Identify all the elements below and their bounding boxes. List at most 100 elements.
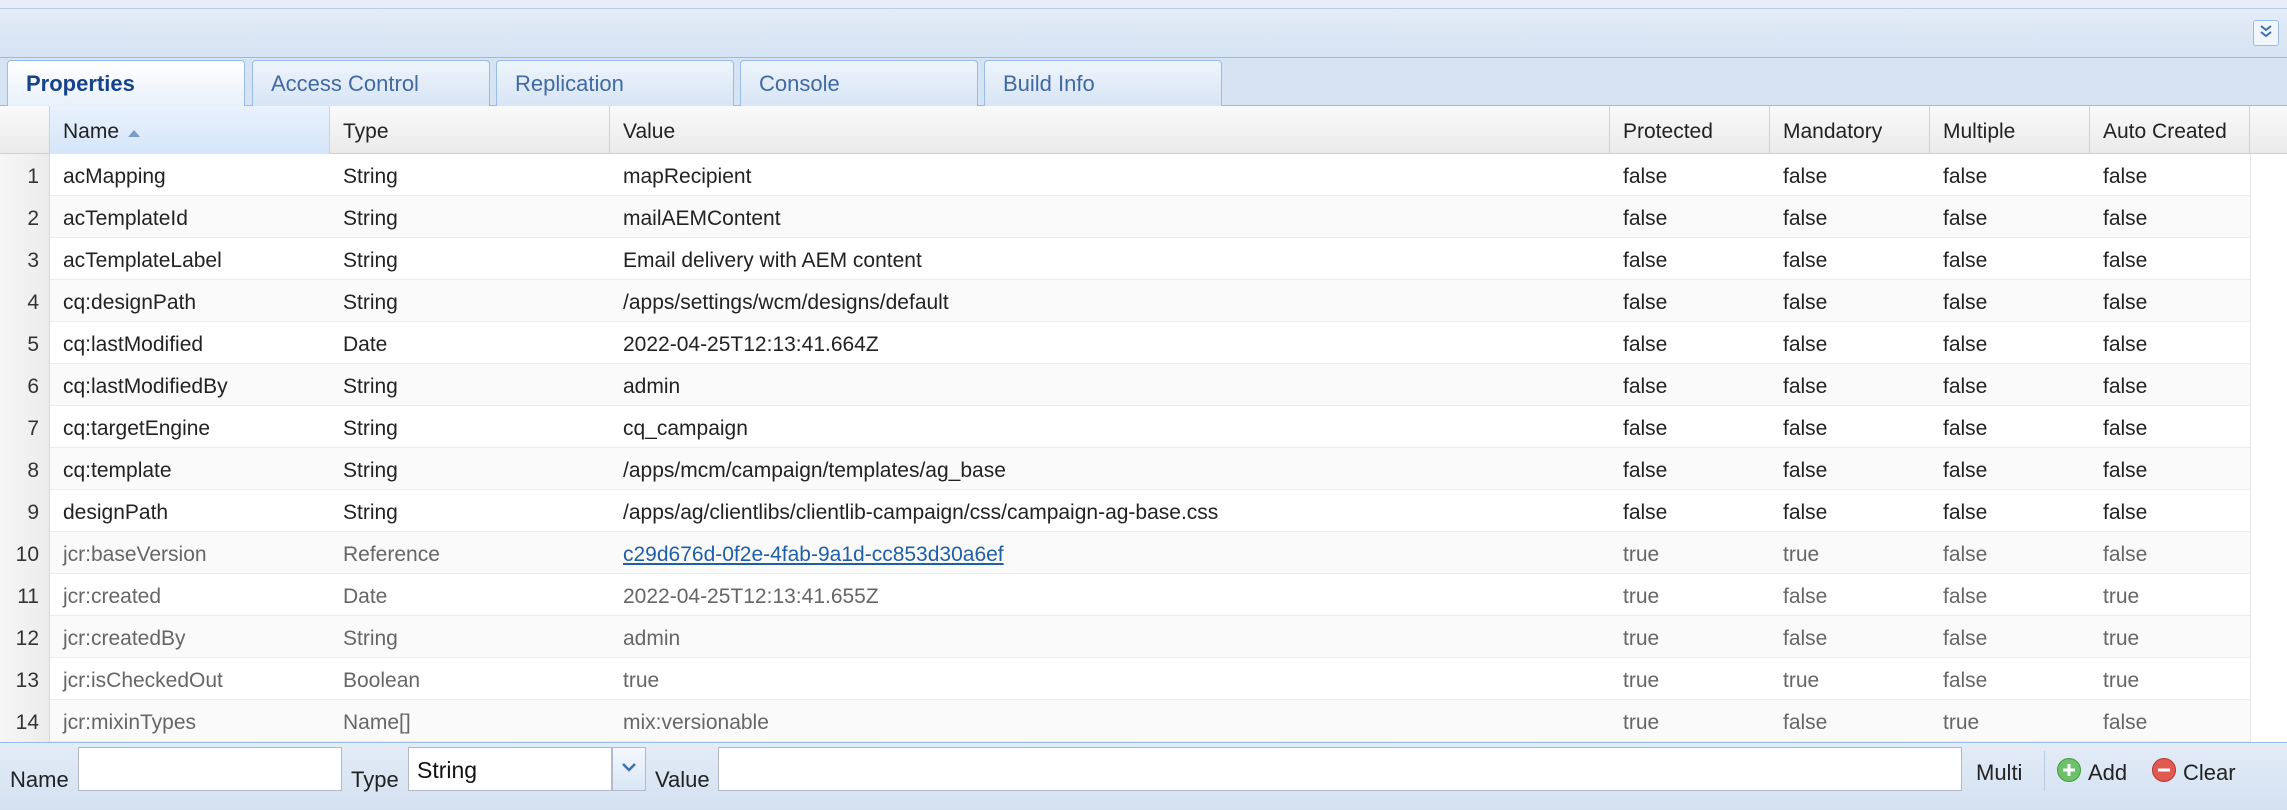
table-row[interactable]: 4 cq:designPath String/apps/settings/wcm/d…: [0, 280, 2250, 322]
sort-ascending-icon: [127, 120, 141, 144]
table-row[interactable]: 7 cq:targetEngine String cq_campaign false fa…: [0, 406, 2250, 448]
table-row[interactable]: 3 acTemplateLabel String Email delivery wit…: [0, 238, 2250, 280]
type-select[interactable]: String: [408, 747, 612, 791]
add-label: Add: [2088, 760, 2128, 785]
cell-multiple: false: [1943, 249, 1988, 272]
value-input[interactable]: [718, 747, 1962, 791]
cell-type: Date: [343, 585, 388, 608]
table-row[interactable]: 2 acTemplateId String mailAEMContent false fa…: [0, 196, 2250, 238]
multi-label: Multi: [1976, 760, 2023, 785]
cell-name: jcr:mixinTypes: [63, 711, 197, 734]
table-row[interactable]: 11 jcr:created Date 2022-04-25T12:13:41.655…: [0, 574, 2250, 616]
cell-value: admin: [623, 375, 681, 398]
column-header-value[interactable]: Value: [610, 106, 1610, 154]
cell-protected: true: [1623, 669, 1660, 692]
cell-value: /apps/settings/wcm/designs/default: [623, 291, 949, 314]
table-row[interactable]: 8 cq:template String/apps/mcm/campaign/tem…: [0, 448, 2250, 490]
column-header-label: Name: [63, 120, 120, 143]
cell-multiple: false: [1943, 585, 1988, 608]
cell-auto-created: false: [2103, 165, 2148, 188]
cell-mandatory: false: [1783, 333, 1828, 356]
column-header-protected[interactable]: Protected: [1610, 106, 1770, 154]
grid-header: Name Type Value Protected Mandatory Mult…: [0, 106, 2287, 154]
panel-header: [0, 0, 2287, 58]
table-row[interactable]: 1 acMapping String mapRecipient false false fa…: [0, 154, 2250, 196]
cell-protected: true: [1623, 627, 1660, 650]
tab-access-control[interactable]: Access Control: [252, 60, 490, 106]
cell-type: Date: [343, 333, 388, 356]
cell-auto-created: false: [2103, 543, 2148, 566]
cell-name: acTemplateId: [63, 207, 188, 230]
cell-auto-created: true: [2103, 627, 2140, 650]
reference-link[interactable]: c29d676d-0f2e-4fab-9a1d-cc853d30a6ef: [623, 543, 1004, 566]
cell-multiple: true: [1943, 711, 1980, 734]
cell-name: cq:lastModified: [63, 333, 204, 356]
cell-name: jcr:baseVersion: [63, 543, 207, 566]
cell-value: /apps/ag/clientlibs/clientlib-campaign/c…: [623, 501, 1219, 524]
cell-protected: false: [1623, 249, 1668, 272]
cell-mandatory: false: [1783, 375, 1828, 398]
table-row[interactable]: 6 cq:lastModifiedBy String admin false false f…: [0, 364, 2250, 406]
column-header-multiple[interactable]: Multiple: [1930, 106, 2090, 154]
cell-value: admin: [623, 627, 681, 650]
cell-mandatory: false: [1783, 291, 1828, 314]
cell-auto-created: false: [2103, 711, 2148, 734]
cell-value: 2022-04-25T12:13:41.664Z: [623, 333, 879, 356]
cell-auto-created: false: [2103, 291, 2148, 314]
cell-name: jcr:createdBy: [63, 627, 186, 650]
table-row[interactable]: 5 cq:lastModified Date 2022-04-25T12:13:41.…: [0, 322, 2250, 364]
cell-name: cq:designPath: [63, 291, 197, 314]
tab-properties[interactable]: Properties: [7, 60, 245, 107]
cell-protected: false: [1623, 417, 1668, 440]
cell-value: cq_campaign: [623, 417, 748, 440]
add-button[interactable]: Add: [2056, 755, 2127, 791]
type-select-value: String: [417, 757, 478, 783]
cell-mandatory: false: [1783, 711, 1828, 734]
vertical-scrollbar[interactable]: [2250, 154, 2287, 742]
column-header-name[interactable]: Name: [50, 106, 330, 154]
cell-mandatory: true: [1783, 543, 1820, 566]
cell-protected: true: [1623, 711, 1660, 734]
clear-button[interactable]: Clear: [2151, 755, 2236, 791]
cell-auto-created: true: [2103, 669, 2140, 692]
cell-type: Name[]: [343, 711, 411, 734]
row-number-header: [0, 106, 50, 154]
cell-protected: false: [1623, 459, 1668, 482]
column-header-mandatory[interactable]: Mandatory: [1770, 106, 1930, 154]
row-number: 1: [0, 154, 50, 196]
row-number: 4: [0, 280, 50, 322]
cell-type: Boolean: [343, 669, 421, 692]
cell-type: String: [343, 375, 398, 398]
properties-grid: Name Type Value Protected Mandatory Mult…: [0, 106, 2287, 742]
cell-auto-created: false: [2103, 249, 2148, 272]
cell-multiple: false: [1943, 375, 1988, 398]
row-number: 6: [0, 364, 50, 406]
cell-type: String: [343, 501, 398, 524]
row-number: 11: [0, 574, 50, 616]
cell-name: cq:lastModifiedBy: [63, 375, 228, 398]
name-input[interactable]: [78, 747, 342, 791]
table-row[interactable]: 10 jcr:baseVersion Reference c29d676d-0f2e-…: [0, 532, 2250, 574]
cell-multiple: false: [1943, 291, 1988, 314]
name-label: Name: [10, 767, 69, 792]
multi-toggle[interactable]: Multi: [1976, 755, 2022, 791]
cell-protected: true: [1623, 585, 1660, 608]
column-header-auto-created[interactable]: Auto Created: [2090, 106, 2250, 154]
column-header-type[interactable]: Type: [330, 106, 610, 154]
tab-console[interactable]: Console: [740, 60, 978, 106]
table-row[interactable]: 12 jcr:createdBy String admin true false false…: [0, 616, 2250, 658]
table-row[interactable]: 9 designPath String/apps/ag/clientlibs/cli…: [0, 490, 2250, 532]
table-row[interactable]: 13 jcr:isCheckedOut Boolean true true true fal…: [0, 658, 2250, 700]
tab-strip: Properties Access Control Replication Co…: [0, 58, 2287, 107]
cell-type: String: [343, 249, 398, 272]
cell-auto-created: false: [2103, 417, 2148, 440]
type-dropdown-trigger[interactable]: [612, 747, 646, 791]
tab-replication[interactable]: Replication: [496, 60, 734, 106]
cell-protected: false: [1623, 291, 1668, 314]
cell-multiple: false: [1943, 165, 1988, 188]
collapse-panel-button[interactable]: [2253, 20, 2279, 46]
row-number: 9: [0, 490, 50, 532]
table-row[interactable]: 14 jcr:mixinTypes Name[] mix:versionable tru…: [0, 700, 2250, 742]
cell-mandatory: false: [1783, 501, 1828, 524]
tab-build-info[interactable]: Build Info: [984, 60, 1222, 106]
